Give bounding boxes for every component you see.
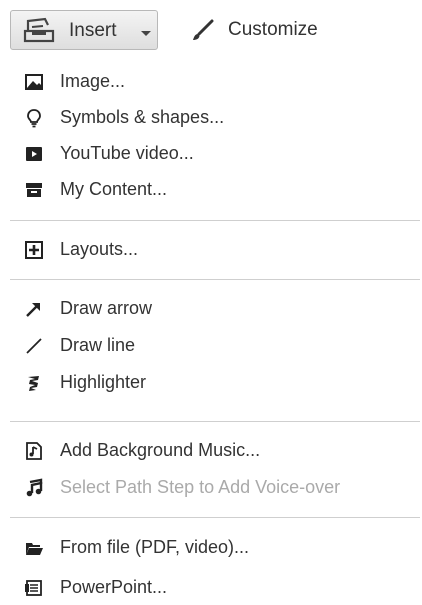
- menu-item-image[interactable]: Image...: [0, 64, 422, 100]
- menu-item-label: Add Background Music...: [60, 440, 261, 460]
- line-icon: [24, 336, 44, 356]
- arrow-icon: [24, 299, 44, 319]
- menu-item-select-path-step-voice-over: Select Path Step to Add Voice-over: [0, 470, 422, 506]
- menu-item-symbols-shapes[interactable]: Symbols & shapes...: [0, 100, 422, 136]
- highlighter-icon: [24, 373, 44, 393]
- menu-item-draw-line[interactable]: Draw line: [0, 328, 422, 364]
- menu-item-label: YouTube video...: [60, 143, 194, 163]
- menu-item-label: Image...: [60, 71, 126, 91]
- menu-item-label: My Content...: [60, 179, 168, 199]
- separator: [10, 220, 420, 221]
- separator: [10, 279, 420, 280]
- menu-item-highlighter[interactable]: Highlighter: [0, 365, 422, 401]
- powerpoint-icon: [24, 578, 44, 598]
- menu-item-label: From file (PDF, video)...: [60, 537, 250, 557]
- insert-button-label: Insert: [69, 20, 117, 41]
- menu-item-my-content[interactable]: My Content...: [0, 172, 422, 208]
- customize-button[interactable]: Customize: [186, 10, 336, 50]
- customize-button-label: Customize: [228, 19, 318, 40]
- image-icon: [24, 72, 44, 92]
- archive-box-icon: [24, 180, 44, 200]
- menu-item-powerpoint[interactable]: PowerPoint...: [0, 570, 422, 605]
- menu-item-label: Draw arrow: [60, 298, 153, 318]
- folder-open-icon: [24, 538, 44, 558]
- menu-item-label: Select Path Step to Add Voice-over: [60, 477, 341, 497]
- menu-item-youtube-video[interactable]: YouTube video...: [0, 136, 422, 172]
- insert-button[interactable]: Insert: [10, 10, 158, 50]
- insert-menu-window: Insert Customize Image... Symbols & shap…: [0, 0, 422, 605]
- toolbar: Insert Customize: [0, 0, 422, 60]
- music-file-icon: [24, 441, 44, 461]
- menu-item-label: PowerPoint...: [60, 577, 168, 597]
- insert-tray-icon: [23, 17, 55, 43]
- menu-item-label: Layouts...: [60, 239, 139, 259]
- menu-item-draw-arrow[interactable]: Draw arrow: [0, 291, 422, 327]
- plus-square-icon: [24, 240, 44, 260]
- chevron-down-icon: [141, 31, 151, 36]
- menu-item-label: Highlighter: [60, 372, 147, 392]
- music-note-icon: [24, 478, 44, 498]
- brush-icon: [190, 19, 214, 43]
- youtube-icon: [24, 144, 44, 164]
- separator: [10, 421, 420, 422]
- lightbulb-icon: [24, 108, 44, 128]
- menu-item-from-file[interactable]: From file (PDF, video)...: [0, 530, 422, 566]
- separator: [10, 517, 420, 518]
- menu-item-layouts[interactable]: Layouts...: [0, 232, 422, 268]
- menu-item-label: Draw line: [60, 335, 136, 355]
- menu-item-label: Symbols & shapes...: [60, 107, 225, 127]
- menu-item-add-background-music[interactable]: Add Background Music...: [0, 433, 422, 469]
